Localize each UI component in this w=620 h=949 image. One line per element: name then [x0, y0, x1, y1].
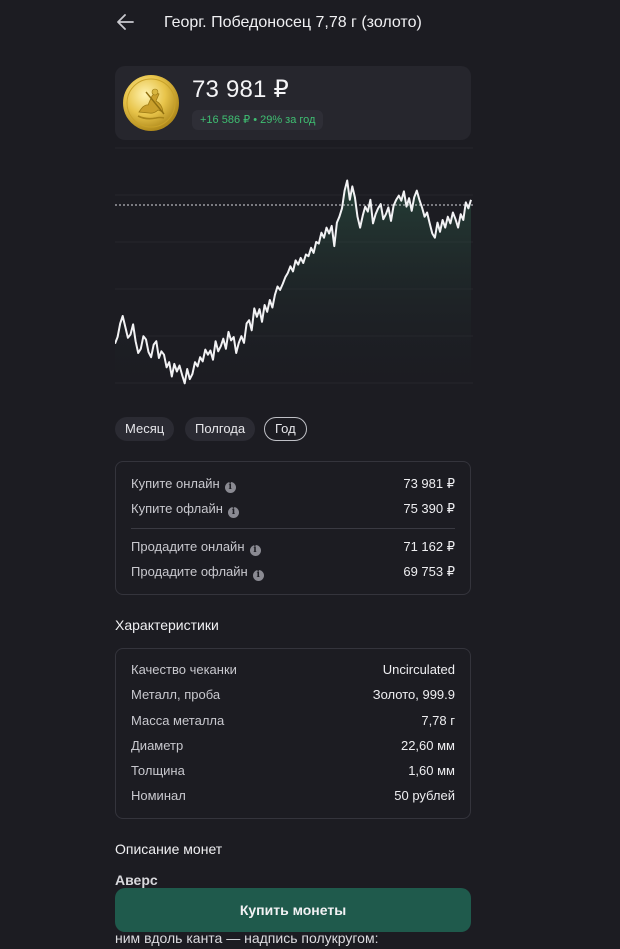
characteristic-label: Номинал [131, 788, 186, 803]
characteristic-label: Толщина [131, 763, 185, 778]
price-chart[interactable] [114, 140, 473, 402]
change-percent: 29% за год [260, 114, 316, 126]
coin-image [122, 74, 180, 132]
description-title: Описание монет [115, 841, 223, 857]
characteristic-value: Золото, 999.9 [372, 687, 455, 702]
obverse-subtitle: Аверс [115, 872, 158, 888]
characteristic-row: Толщина 1,60 мм [131, 763, 455, 783]
description-text: ним вдоль канта — надпись полукругом: [115, 930, 379, 946]
buy-coins-button[interactable]: Купить монеты [115, 888, 471, 932]
period-year[interactable]: Год [264, 417, 307, 441]
characteristic-value: 1,60 мм [408, 763, 455, 778]
buy-online-label: Купите онлайн [131, 476, 220, 491]
info-icon[interactable]: i [227, 507, 239, 518]
characteristic-row: Качество чеканки Uncirculated [131, 662, 455, 682]
characteristic-row: Металл, проба Золото, 999.9 [131, 687, 455, 707]
characteristics-title: Характеристики [115, 617, 219, 633]
characteristic-label: Масса металла [131, 713, 225, 728]
characteristic-row: Номинал 50 рублей [131, 788, 455, 808]
characteristic-row: Диаметр 22,60 мм [131, 738, 455, 758]
top-bar: Георг. Победоносец 7,78 г (золото) [0, 0, 620, 46]
price-row-buy-online: Купите онлайн i 73 981 ₽ [131, 476, 455, 496]
chart-area-fill [115, 180, 471, 402]
price-row-sell-offline: Продадите офлайн i 69 753 ₽ [131, 564, 455, 584]
characteristic-row: Масса металла 7,78 г [131, 713, 455, 733]
sell-online-value: 71 162 ₽ [403, 539, 455, 554]
info-icon[interactable]: i [252, 570, 264, 581]
info-icon[interactable]: i [224, 482, 236, 493]
price-row-sell-online: Продадите онлайн i 71 162 ₽ [131, 539, 455, 559]
divider [131, 528, 455, 529]
characteristic-value: 50 рублей [394, 788, 455, 803]
prices-card: Купите онлайн i 73 981 ₽ Купите офлайн i 7… [115, 461, 471, 595]
sell-online-label: Продадите онлайн [131, 539, 245, 554]
price-change-badge: +16 586 ₽ • 29% за год [192, 110, 324, 130]
sell-offline-label: Продадите офлайн [131, 564, 248, 579]
price-row-buy-offline: Купите офлайн i 75 390 ₽ [131, 501, 455, 521]
characteristic-value: 7,78 г [421, 713, 455, 728]
period-month[interactable]: Месяц [115, 417, 175, 441]
change-amount: +16 586 ₽ [200, 114, 251, 126]
sell-offline-value: 69 753 ₽ [403, 564, 455, 579]
characteristic-label: Металл, проба [131, 687, 221, 702]
page-title: Георг. Победоносец 7,78 г (золото) [164, 14, 422, 31]
buy-online-value: 73 981 ₽ [403, 476, 455, 491]
characteristic-label: Качество чеканки [131, 662, 237, 677]
price-chart-svg [114, 147, 473, 402]
characteristics-card: Качество чеканки Uncirculated Металл, пр… [115, 648, 471, 819]
price-card: 73 981 ₽ +16 586 ₽ • 29% за год [115, 66, 471, 140]
buy-offline-value: 75 390 ₽ [403, 501, 455, 516]
info-icon[interactable]: i [249, 545, 261, 556]
characteristic-value: 22,60 мм [400, 738, 455, 753]
period-half-year[interactable]: Полгода [185, 417, 256, 441]
characteristic-value: Uncirculated [382, 662, 455, 677]
back-arrow-icon[interactable] [114, 10, 138, 34]
current-price: 73 981 ₽ [192, 76, 289, 103]
characteristic-label: Диаметр [131, 738, 184, 753]
buy-offline-label: Купите офлайн [131, 501, 223, 516]
